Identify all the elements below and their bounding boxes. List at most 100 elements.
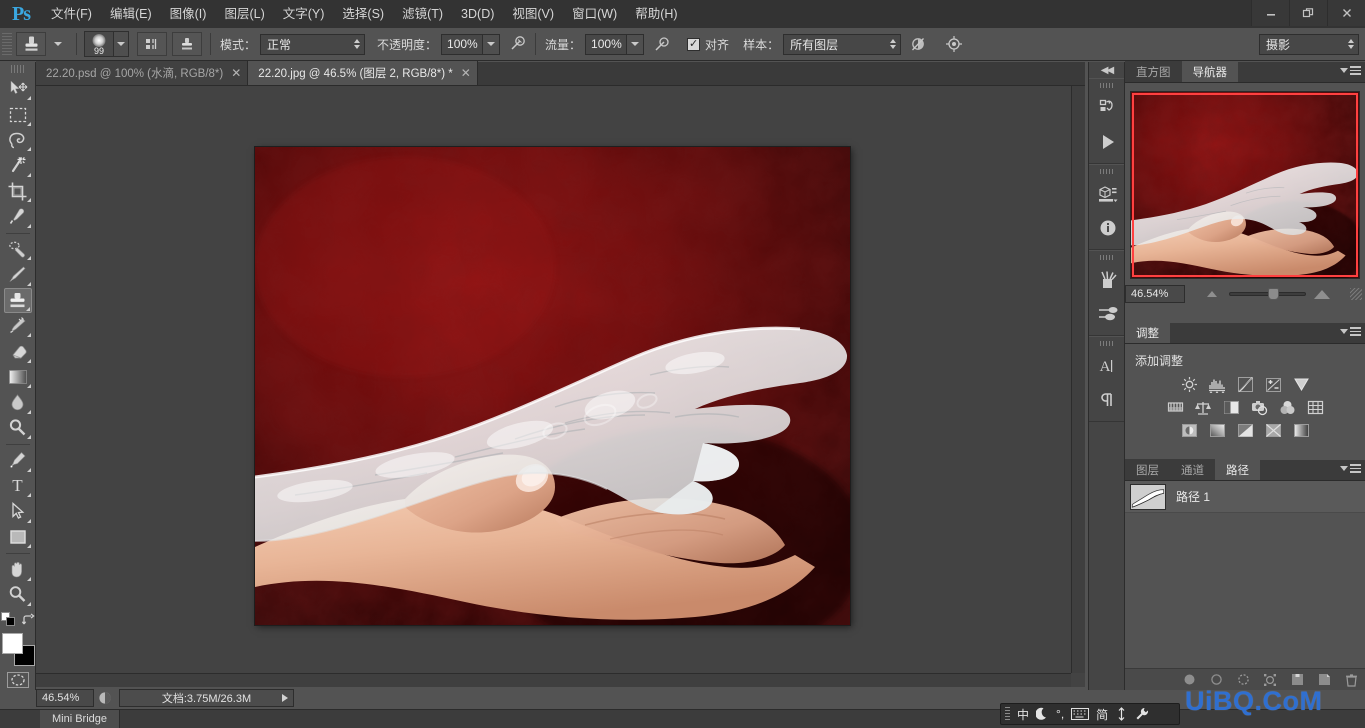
vibrance-icon[interactable] bbox=[1290, 375, 1312, 394]
ignore-adjustment-layers-icon[interactable] bbox=[907, 33, 929, 55]
dock-grip[interactable] bbox=[1100, 83, 1114, 88]
status-menu-arrow-icon[interactable] bbox=[282, 694, 288, 702]
tablet-pressure-size-icon[interactable] bbox=[943, 33, 965, 55]
document-size-info[interactable]: 文档:3.75M/26.3M bbox=[119, 689, 294, 707]
dock-grip[interactable] bbox=[1100, 169, 1114, 174]
pen-tool[interactable] bbox=[4, 448, 32, 473]
opacity-dropdown[interactable] bbox=[483, 34, 500, 55]
menu-select[interactable]: 选择(S) bbox=[333, 0, 393, 28]
canvas-vertical-scrollbar[interactable] bbox=[1071, 86, 1085, 673]
character-panel-icon[interactable]: A bbox=[1089, 349, 1126, 383]
document-tab-jpg[interactable]: 22.20.jpg @ 46.5% (图层 2, RGB/8*) * ✕ bbox=[248, 61, 478, 85]
toggle-brush-panel-button[interactable] bbox=[137, 32, 167, 56]
panel-menu-icon[interactable] bbox=[1340, 327, 1361, 336]
curves-icon[interactable] bbox=[1234, 375, 1256, 394]
tab-paths[interactable]: 路径 bbox=[1215, 459, 1260, 480]
airbrush-icon[interactable] bbox=[651, 33, 673, 55]
color-lookup-icon[interactable] bbox=[1304, 398, 1326, 417]
invert-icon[interactable] bbox=[1178, 421, 1200, 440]
type-tool[interactable]: T bbox=[4, 474, 32, 499]
blend-mode-select[interactable]: 正常 bbox=[260, 34, 365, 55]
lasso-tool[interactable] bbox=[4, 128, 32, 153]
options-bar-grip[interactable] bbox=[2, 33, 12, 55]
zoom-out-icon[interactable] bbox=[1207, 291, 1217, 297]
tab-adjustments[interactable]: 调整 bbox=[1125, 322, 1170, 343]
brush-tool[interactable] bbox=[4, 262, 32, 287]
path-selection-tool[interactable] bbox=[4, 499, 32, 524]
blur-tool[interactable] bbox=[4, 390, 32, 415]
restore-button[interactable] bbox=[1289, 0, 1327, 26]
levels-icon[interactable] bbox=[1206, 375, 1228, 394]
brush-preview[interactable]: 99 bbox=[84, 31, 114, 57]
sample-select[interactable]: 所有图层 bbox=[783, 34, 901, 55]
panel-menu-icon[interactable] bbox=[1340, 464, 1361, 473]
exposure-icon[interactable] bbox=[1262, 375, 1284, 394]
ime-grip[interactable] bbox=[1005, 707, 1010, 721]
tool-preset-dropdown[interactable] bbox=[47, 33, 69, 55]
info-panel-icon[interactable] bbox=[1089, 211, 1126, 245]
tab-channels[interactable]: 通道 bbox=[1170, 459, 1215, 480]
close-icon[interactable]: ✕ bbox=[461, 66, 471, 80]
dock-grip[interactable] bbox=[1100, 255, 1114, 260]
3d-panel-icon[interactable] bbox=[1089, 177, 1126, 211]
healing-brush-tool[interactable] bbox=[4, 237, 32, 262]
canvas-horizontal-scrollbar[interactable] bbox=[36, 673, 1071, 687]
zoom-in-icon[interactable] bbox=[1314, 290, 1330, 299]
mini-bridge-tab[interactable]: Mini Bridge bbox=[40, 710, 120, 728]
hue-saturation-icon[interactable] bbox=[1164, 398, 1186, 417]
ime-keyboard-icon[interactable] bbox=[1071, 708, 1089, 720]
opacity-input[interactable]: 100% bbox=[441, 34, 483, 55]
flow-dropdown[interactable] bbox=[627, 34, 644, 55]
ime-settings-icon[interactable] bbox=[1135, 707, 1149, 721]
ime-moon-icon[interactable] bbox=[1036, 707, 1049, 721]
menu-view[interactable]: 视图(V) bbox=[503, 0, 563, 28]
canvas-area[interactable] bbox=[36, 86, 1085, 687]
close-icon[interactable]: ✕ bbox=[231, 66, 241, 80]
swap-colors-icon[interactable] bbox=[21, 613, 35, 627]
menu-3d[interactable]: 3D(D) bbox=[452, 0, 503, 28]
document-artboard[interactable] bbox=[255, 147, 850, 625]
collapse-panels-button[interactable]: ◀◀ bbox=[1089, 62, 1124, 78]
status-proxy-icon[interactable] bbox=[94, 687, 116, 709]
zoom-level-input[interactable]: 46.54% bbox=[36, 689, 94, 707]
quick-mask-toggle[interactable] bbox=[6, 671, 30, 691]
black-white-icon[interactable] bbox=[1220, 398, 1242, 417]
magic-wand-tool[interactable] bbox=[4, 153, 32, 178]
menu-file[interactable]: 文件(F) bbox=[42, 0, 101, 28]
clone-stamp-tool[interactable] bbox=[4, 288, 32, 313]
threshold-icon[interactable] bbox=[1234, 421, 1256, 440]
toolbox-grip[interactable] bbox=[11, 65, 25, 73]
flow-input[interactable]: 100% bbox=[585, 34, 627, 55]
history-brush-tool[interactable] bbox=[4, 314, 32, 339]
crop-tool[interactable] bbox=[4, 179, 32, 204]
tab-layers[interactable]: 图层 bbox=[1125, 459, 1170, 480]
default-colors-icon[interactable] bbox=[1, 612, 16, 627]
panel-resize-grip[interactable] bbox=[1350, 288, 1362, 300]
brush-picker-dropdown[interactable] bbox=[113, 31, 129, 57]
menu-type[interactable]: 文字(Y) bbox=[274, 0, 334, 28]
menu-image[interactable]: 图像(I) bbox=[161, 0, 216, 28]
rectangle-tool[interactable] bbox=[4, 525, 32, 550]
menu-layer[interactable]: 图层(L) bbox=[215, 0, 273, 28]
eraser-tool[interactable] bbox=[4, 339, 32, 364]
posterize-icon[interactable] bbox=[1206, 421, 1228, 440]
ime-simplified-chinese[interactable]: 简 bbox=[1096, 706, 1108, 723]
gradient-map-icon[interactable] bbox=[1262, 421, 1284, 440]
airbrush-pressure-opacity-icon[interactable] bbox=[506, 33, 528, 55]
menu-edit[interactable]: 编辑(E) bbox=[101, 0, 161, 28]
actions-panel-icon[interactable] bbox=[1089, 125, 1126, 159]
channel-mixer-icon[interactable] bbox=[1276, 398, 1298, 417]
navigator-thumbnail[interactable] bbox=[1131, 92, 1359, 278]
dodge-tool[interactable] bbox=[4, 416, 32, 441]
ime-punctuation-icon[interactable]: °, bbox=[1056, 707, 1064, 721]
brightness-contrast-icon[interactable] bbox=[1178, 375, 1200, 394]
document-tab-psd[interactable]: 22.20.psd @ 100% (水滴, RGB/8*) ✕ bbox=[36, 61, 248, 85]
menu-filter[interactable]: 滤镜(T) bbox=[393, 0, 452, 28]
hand-tool[interactable] bbox=[4, 557, 32, 582]
gradient-tool[interactable] bbox=[4, 365, 32, 390]
delete-path-icon[interactable] bbox=[1343, 672, 1359, 688]
brush-panel-icon[interactable] bbox=[1089, 263, 1126, 297]
zoom-tool[interactable] bbox=[4, 583, 32, 608]
zoom-slider-knob[interactable] bbox=[1268, 288, 1279, 300]
panel-menu-icon[interactable] bbox=[1340, 66, 1361, 75]
